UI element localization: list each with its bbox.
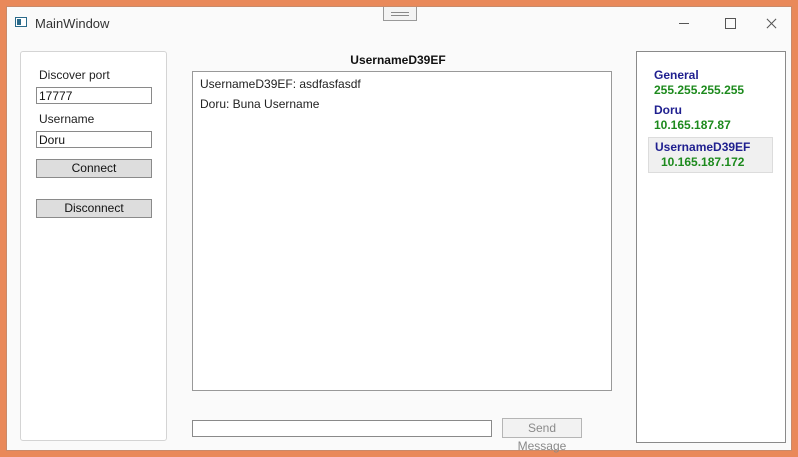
main-window: MainWindow Discover port 17777 Username … — [6, 6, 792, 453]
connection-panel: Discover port 17777 Username Doru Connec… — [20, 51, 167, 441]
message-input[interactable] — [192, 420, 492, 437]
user-name: General — [654, 68, 699, 82]
username-label: Username — [39, 112, 95, 126]
chat-message: Doru: Buna Username — [200, 97, 320, 111]
user-ip: 10.165.187.172 — [661, 155, 745, 169]
discover-port-label: Discover port — [39, 68, 110, 82]
disconnect-button[interactable]: Disconnect — [36, 199, 152, 218]
chat-message: UsernameD39EF: asdfasfasdf — [200, 77, 361, 91]
discover-port-input[interactable]: 17777 — [36, 87, 152, 104]
users-list: General 255.255.255.255 Doru 10.165.187.… — [636, 51, 786, 443]
user-ip: 10.165.187.87 — [654, 118, 731, 132]
user-ip: 255.255.255.255 — [654, 83, 745, 97]
chat-title: UsernameD39EF — [350, 53, 446, 67]
user-name: UsernameD39EF — [655, 140, 751, 154]
window-title: MainWindow — [35, 16, 110, 31]
connect-button[interactable]: Connect — [36, 159, 152, 178]
user-item-doru[interactable]: Doru 10.165.187.87 — [648, 101, 773, 135]
drag-handle-icon[interactable] — [383, 7, 417, 21]
user-name: Doru — [654, 103, 682, 117]
send-message-button[interactable]: Send Message — [502, 418, 582, 453]
maximize-icon[interactable] — [718, 12, 742, 34]
app-icon — [15, 17, 27, 27]
username-input[interactable]: Doru — [36, 131, 152, 148]
minimize-icon[interactable] — [672, 12, 696, 34]
close-icon[interactable] — [759, 12, 783, 34]
title-bar[interactable]: MainWindow — [7, 7, 791, 39]
chat-messages[interactable]: UsernameD39EF: asdfasfasdf Doru: Buna Us… — [192, 71, 612, 391]
user-item-usernamed39ef[interactable]: UsernameD39EF 10.165.187.172 — [648, 137, 773, 173]
user-item-general[interactable]: General 255.255.255.255 — [648, 66, 773, 100]
